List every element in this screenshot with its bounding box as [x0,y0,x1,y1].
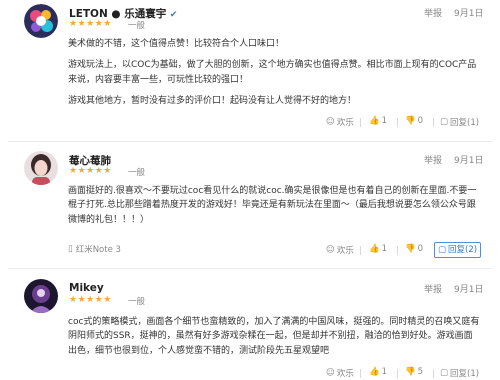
review-date: 9月1日 [454,9,484,19]
divider [360,369,361,378]
like-button[interactable]: 👍 1 [369,244,387,254]
dislike-button[interactable]: 👎 5 [405,367,423,377]
review-card: Mikey ★★★★★ 一般 举报 9月1日 coc式的策略模式，画面各个细节也… [0,270,500,380]
comment-icon: ▢ [438,245,447,255]
review-card: LETON ● 乐通寰宇 ✔ ★★★★★ 一般 举报 9月1日 美术做的不错，这… [0,0,500,140]
rating-tag: 一般 [128,21,146,31]
dislike-button[interactable]: 👎 0 [405,116,423,126]
review-card: 莓心莓肺 ★★★★★ 一般 举报 9月1日 画面挺好的.很喜欢～不要玩过coc看… [0,142,500,266]
review-text: 美术做的不错，这个值得点赞！比较符合个人口味口！ 游戏玩法上，以COC为基础，做… [68,37,480,109]
comment-icon: ▢ [440,117,449,127]
rating-stars: ★★★★★ [69,19,112,29]
avatar[interactable] [24,279,58,313]
divider [397,369,398,378]
thumbs-down-icon: 👎 [405,244,416,254]
like-button[interactable]: 👍 1 [369,116,387,126]
smile-icon: ☺ [326,245,335,255]
thumbs-up-icon: 👍 [369,116,380,126]
rating-tag: 一般 [128,297,146,307]
dislike-button[interactable]: 👎 0 [405,244,423,254]
joy-button[interactable]: ☺ 欢乐 [326,116,354,128]
thumbs-up-icon: 👍 [369,367,380,377]
reply-button[interactable]: ▢ 回复(1) [440,367,479,379]
review-paragraph: 游戏其他地方，暂时没有过多的评价口！起码没有让人觉得不好的地方！ [68,96,357,107]
thumbs-up-icon: 👍 [369,244,380,254]
review-date: 9月1日 [454,156,484,166]
review-date: 9月1日 [454,285,484,295]
divider [397,118,398,127]
joy-button[interactable]: ☺ 欢乐 [326,367,354,379]
avatar[interactable] [24,4,58,38]
thumbs-down-icon: 👎 [405,116,416,126]
avatar[interactable] [24,151,58,185]
divider [360,118,361,127]
smile-icon: ☺ [326,117,335,127]
review-text: coc式的策略模式，画面各个细节也蛮精致的，加入了满满的中国风味，挺强的。同时精… [68,315,480,358]
reply-button[interactable]: ▢ 回复(2) [434,242,482,258]
review-paragraph: 画面挺好的.很喜欢～不要玩过coc看见什么的就说coc.确实是很像但是也有着自己… [68,186,477,225]
review-actions: ☺ 欢乐 👍 1 👎 0 ▢ 回复(2) [0,242,500,259]
review-actions: ☺ 欢乐 👍 1 👎 0 ▢ 回复(1) [0,116,500,130]
report-link[interactable]: 举报 [424,282,442,295]
review-paragraph: 游戏玩法上，以COC为基础，做了大胆的创新，这个地方确实也值得点赞。相比市面上现… [68,60,477,85]
divider [433,369,434,378]
rating-stars: ★★★★★ [69,166,112,176]
reviewer-name[interactable]: Mikey [69,282,104,294]
review-text: 画面挺好的.很喜欢～不要玩过coc看见什么的就说coc.确实是很像但是也有着自己… [68,184,480,227]
rating-tag: 一般 [128,168,146,178]
reply-button[interactable]: ▢ 回复(1) [440,116,479,128]
report-link[interactable]: 举报 [424,153,442,166]
divider [433,118,434,127]
smile-icon: ☺ [326,368,335,378]
divider [360,246,361,255]
report-link[interactable]: 举报 [424,6,442,19]
review-actions: ☺ 欢乐 👍 1 👎 5 ▢ 回复(1) [0,367,500,380]
thumbs-down-icon: 👎 [405,367,416,377]
review-divider [8,268,492,269]
review-paragraph: 美术做的不错，这个值得点赞！比较符合个人口味口！ [68,39,285,49]
comment-icon: ▢ [440,368,449,378]
review-paragraph: coc式的策略模式，画面各个细节也蛮精致的，加入了满满的中国风味，挺强的。同时精… [68,317,480,356]
divider [397,246,398,255]
joy-button[interactable]: ☺ 欢乐 [326,244,354,256]
like-button[interactable]: 👍 1 [369,367,387,377]
verified-icon: ✔ [169,10,178,20]
rating-stars: ★★★★★ [69,295,112,305]
